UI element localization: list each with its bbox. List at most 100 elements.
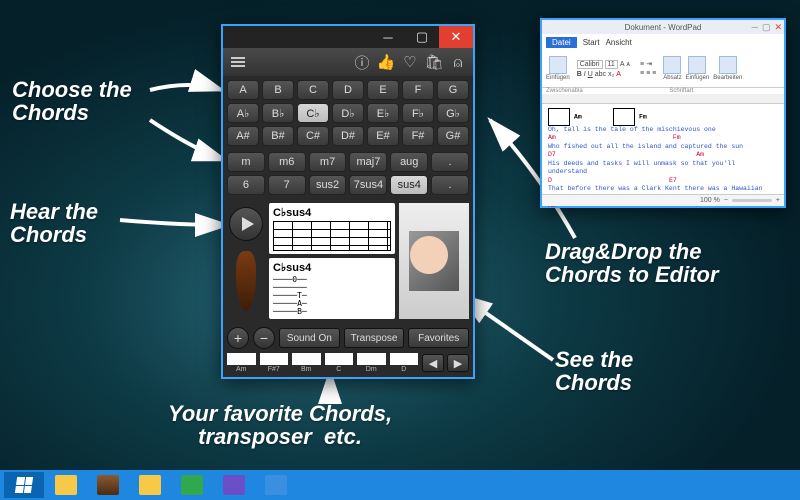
taskbar-folder[interactable] xyxy=(130,472,170,498)
favorite-slot[interactable]: Dm xyxy=(357,353,386,373)
wp-min-icon[interactable]: ─ xyxy=(752,22,758,33)
wp-max-icon[interactable]: ▢ xyxy=(762,22,771,33)
key-G[interactable]: G♭ xyxy=(437,103,469,123)
wordpad-menu: Datei Start Ansicht xyxy=(542,34,784,50)
ribbon-edit[interactable]: Bearbeiten xyxy=(713,56,742,81)
key-6[interactable]: 6 xyxy=(227,175,265,195)
prev-button[interactable]: ◀ xyxy=(422,354,444,372)
key-G[interactable]: G xyxy=(437,80,469,100)
key-G[interactable]: G# xyxy=(437,126,469,146)
key-7sus4[interactable]: 7sus4 xyxy=(349,175,387,195)
key-C[interactable]: C xyxy=(297,80,329,100)
minus-button[interactable]: − xyxy=(253,327,275,349)
key-F[interactable]: F xyxy=(402,80,434,100)
start-button[interactable] xyxy=(4,472,44,498)
ribbon-insert[interactable]: Einfügen xyxy=(686,56,710,81)
underline-icon[interactable]: U xyxy=(588,71,593,78)
italic-icon[interactable]: I xyxy=(584,71,586,78)
taskbar-explorer[interactable] xyxy=(46,472,86,498)
align-left-icon[interactable]: ≡ xyxy=(640,70,644,77)
key-m[interactable]: m xyxy=(227,152,265,172)
doc-lyric-line: Oh, tall is the tale of the mischievous … xyxy=(548,126,716,133)
strike-icon[interactable]: abc xyxy=(595,71,606,78)
key-F[interactable]: F# xyxy=(402,126,434,146)
key-E[interactable]: E xyxy=(367,80,399,100)
key-A[interactable]: A xyxy=(227,80,259,100)
key-maj7[interactable]: maj7 xyxy=(349,152,387,172)
align-right-icon[interactable]: ≡ xyxy=(652,70,656,77)
chord-diagram-tab[interactable]: C♭sus4 ────0── ─────── ─────T─ ─────A─ ─… xyxy=(269,258,395,319)
key-E[interactable]: E# xyxy=(367,126,399,146)
key-A[interactable]: A♭ xyxy=(227,103,259,123)
next-button[interactable]: ▶ xyxy=(447,354,469,372)
key-m6[interactable]: m6 xyxy=(268,152,306,172)
close-button[interactable]: ✕ xyxy=(439,26,473,48)
transpose-button[interactable]: Transpose xyxy=(344,328,405,348)
key-C[interactable]: C♭ xyxy=(297,103,329,123)
key-E[interactable]: E♭ xyxy=(367,103,399,123)
wp-close-icon[interactable]: ✕ xyxy=(774,22,782,33)
menu-icon[interactable] xyxy=(229,53,247,71)
thumbs-up-icon[interactable]: 👍 xyxy=(377,53,395,71)
favorite-slot[interactable]: F#7 xyxy=(260,353,289,373)
chord-diagram-fretboard[interactable]: C♭sus4 xyxy=(269,203,395,254)
info-icon[interactable]: ⓘ xyxy=(353,53,371,71)
tab-ansicht[interactable]: Ansicht xyxy=(606,38,632,47)
key-7[interactable]: 7 xyxy=(268,175,306,195)
align-center-icon[interactable]: ≡ xyxy=(646,70,650,77)
favorite-slot[interactable]: D xyxy=(390,353,419,373)
key-sus4[interactable]: sus4 xyxy=(390,175,428,195)
favorite-slot[interactable]: Bm xyxy=(292,353,321,373)
apps-icon[interactable]: ⍝ xyxy=(449,53,467,71)
taskbar-store[interactable] xyxy=(172,472,212,498)
annot-see: See the Chords xyxy=(555,348,633,394)
sound-toggle[interactable]: Sound On xyxy=(279,328,340,348)
plus-button[interactable]: + xyxy=(227,327,249,349)
tab-start[interactable]: Start xyxy=(583,38,600,47)
taskbar-settings[interactable] xyxy=(214,472,254,498)
key-F[interactable]: F♭ xyxy=(402,103,434,123)
bold-icon[interactable]: B xyxy=(577,71,582,78)
color-icon[interactable]: A xyxy=(616,71,621,78)
key-B[interactable]: B xyxy=(262,80,294,100)
zoom-out-icon[interactable]: − xyxy=(724,197,728,204)
play-button[interactable] xyxy=(229,207,263,241)
font-select[interactable]: Calibri xyxy=(577,60,603,69)
favorite-slot[interactable]: Am xyxy=(227,353,256,373)
wordpad-ruler[interactable] xyxy=(542,94,784,104)
size-select[interactable]: 11 xyxy=(605,60,618,69)
chord-photo[interactable] xyxy=(399,203,469,319)
list-icon[interactable]: ≡ xyxy=(640,61,644,68)
sub-icon[interactable]: x₂ xyxy=(608,71,614,78)
taskbar-chords-app[interactable] xyxy=(88,472,128,498)
indent-icon[interactable]: ⇥ xyxy=(646,60,652,68)
cart-icon[interactable]: 🛍 xyxy=(425,53,443,71)
key-B[interactable]: B♭ xyxy=(262,103,294,123)
wordpad-window: Dokument - WordPad ─▢✕ Datei Start Ansic… xyxy=(540,18,786,208)
key-sus2[interactable]: sus2 xyxy=(309,175,347,195)
key-aug[interactable]: aug xyxy=(390,152,428,172)
shrink-font-icon[interactable]: ᴀ xyxy=(626,61,629,68)
key-A[interactable]: A# xyxy=(227,126,259,146)
key-[interactable]: . xyxy=(431,175,469,195)
key-B[interactable]: B# xyxy=(262,126,294,146)
zoom-in-icon[interactable]: + xyxy=(776,197,780,204)
file-menu[interactable]: Datei xyxy=(546,37,577,48)
key-[interactable]: . xyxy=(431,152,469,172)
key-D[interactable]: D xyxy=(332,80,364,100)
favorites-button[interactable]: Favorites xyxy=(408,328,469,348)
taskbar-wordpad[interactable] xyxy=(256,472,296,498)
ribbon-absatz[interactable]: Absatz xyxy=(663,56,681,81)
zoom-slider[interactable] xyxy=(732,199,772,202)
minimize-button[interactable]: ─ xyxy=(371,26,405,48)
favorite-slot[interactable]: C xyxy=(325,353,354,373)
maximize-button[interactable]: ▢ xyxy=(405,26,439,48)
instrument-icon[interactable] xyxy=(236,251,256,311)
grow-font-icon[interactable]: A xyxy=(620,61,625,68)
heart-icon[interactable]: ♡ xyxy=(401,53,419,71)
key-m7[interactable]: m7 xyxy=(309,152,347,172)
paste-button[interactable]: Einfügen xyxy=(546,56,570,81)
key-C[interactable]: C# xyxy=(297,126,329,146)
key-D[interactable]: D♭ xyxy=(332,103,364,123)
key-D[interactable]: D# xyxy=(332,126,364,146)
